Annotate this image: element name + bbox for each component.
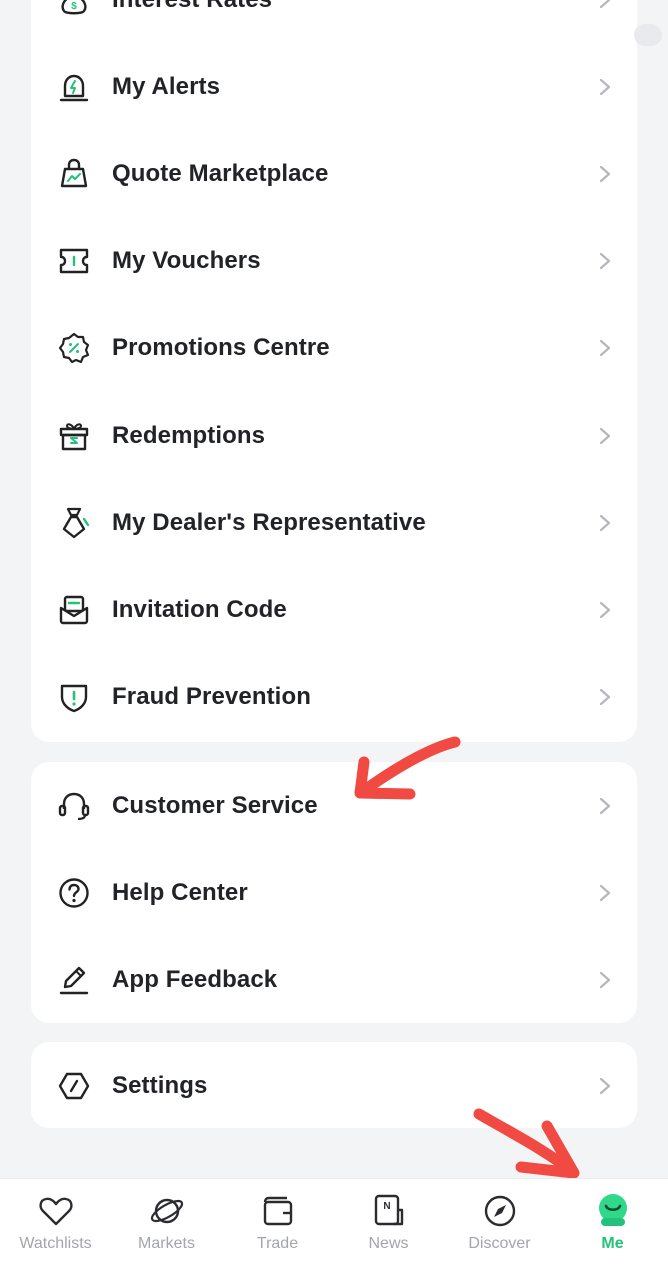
menu-item-label: Promotions Centre [112,334,330,362]
tab-watchlists[interactable]: Watchlists [0,1179,111,1279]
chevron-right-icon [599,601,611,619]
news-icon: N [369,1191,409,1231]
menu-item-interest-rates[interactable]: $ Interest Rates [31,0,637,43]
chevron-right-icon [599,971,611,988]
menu-item-promotions-centre[interactable]: Promotions Centre [31,305,637,392]
planet-icon [147,1191,187,1231]
tab-markets[interactable]: Markets [111,1179,222,1279]
gift-icon [55,417,93,455]
compass-icon [480,1191,520,1231]
menu-item-label: Interest Rates [112,0,272,14]
menu-card-support: Customer Service Help Center App Feedbac… [31,762,637,1023]
menu-item-invitation-code[interactable]: Invitation Code [31,566,637,653]
menu-item-dealers-representative[interactable]: My Dealer's Representative [31,479,637,566]
menu-item-label: My Dealer's Representative [112,508,426,536]
menu-card-settings: Settings [31,1042,637,1128]
scroll-indicator [634,24,662,46]
question-circle-icon [55,874,93,912]
bottom-tab-bar: Watchlists Markets Trade N News Discover [0,1178,668,1279]
svg-text:N: N [383,1201,390,1212]
chevron-right-icon [599,0,611,8]
menu-item-quote-marketplace[interactable]: Quote Marketplace [31,130,637,217]
menu-item-label: Redemptions [112,421,266,449]
shield-alert-icon [55,678,93,716]
moneybag-icon: $ [55,0,93,19]
tab-trade[interactable]: Trade [222,1179,333,1279]
headset-icon [55,787,93,825]
menu-card-main: $ Interest Rates My Alerts Quote Marketp… [31,0,637,742]
menu-item-label: Customer Service [112,791,318,819]
menu-item-label: Help Center [112,878,248,906]
tab-discover[interactable]: Discover [444,1179,555,1279]
menu-item-label: App Feedback [112,965,278,993]
tab-label: Watchlists [19,1235,92,1252]
menu-item-customer-service[interactable]: Customer Service [31,762,637,849]
menu-item-label: Settings [112,1071,208,1099]
chevron-right-icon [599,797,611,814]
menu-item-help-center[interactable]: Help Center [31,849,637,936]
envelope-icon [55,591,93,629]
tab-news[interactable]: N News [333,1179,444,1279]
chevron-right-icon [599,165,611,183]
voucher-icon [55,242,93,280]
chevron-right-icon [599,514,611,531]
discount-badge-icon [55,329,93,367]
shopping-bag-chart-icon [55,155,93,193]
chevron-right-icon [599,427,611,444]
tab-label: Trade [256,1235,299,1252]
menu-item-label: Invitation Code [112,595,287,623]
wallet-icon [258,1191,298,1231]
alarm-icon [55,68,93,106]
menu-item-fraud-prevention[interactable]: Fraud Prevention [31,654,637,741]
menu-item-label: My Vouchers [112,247,261,275]
me-page: $ Interest Rates My Alerts Quote Marketp… [0,0,668,1279]
menu-item-my-vouchers[interactable]: My Vouchers [31,218,637,305]
menu-item-settings[interactable]: Settings [31,1042,637,1128]
menu-item-my-alerts[interactable]: My Alerts [31,43,637,130]
profile-avatar-icon [593,1191,633,1231]
tab-label: Markets [138,1235,195,1252]
tab-label: Me [601,1235,624,1252]
chevron-right-icon [599,1077,611,1094]
settings-hexagon-icon [55,1067,93,1105]
chevron-right-icon [599,884,611,901]
menu-item-label: Quote Marketplace [112,159,329,187]
chevron-right-icon [599,688,611,706]
menu-item-label: My Alerts [112,72,221,100]
heart-icon [36,1191,76,1231]
svg-text:$: $ [71,1,77,12]
tab-label: News [368,1235,409,1252]
menu-item-app-feedback[interactable]: App Feedback [31,936,637,1023]
representative-icon [55,504,93,542]
tab-me[interactable]: Me [557,1179,668,1279]
menu-item-redemptions[interactable]: Redemptions [31,392,637,479]
tab-label: Discover [468,1235,531,1252]
chevron-right-icon [599,340,611,357]
menu-item-label: Fraud Prevention [112,683,311,711]
pencil-icon [55,961,93,999]
chevron-right-icon [599,78,611,95]
chevron-right-icon [599,253,611,270]
